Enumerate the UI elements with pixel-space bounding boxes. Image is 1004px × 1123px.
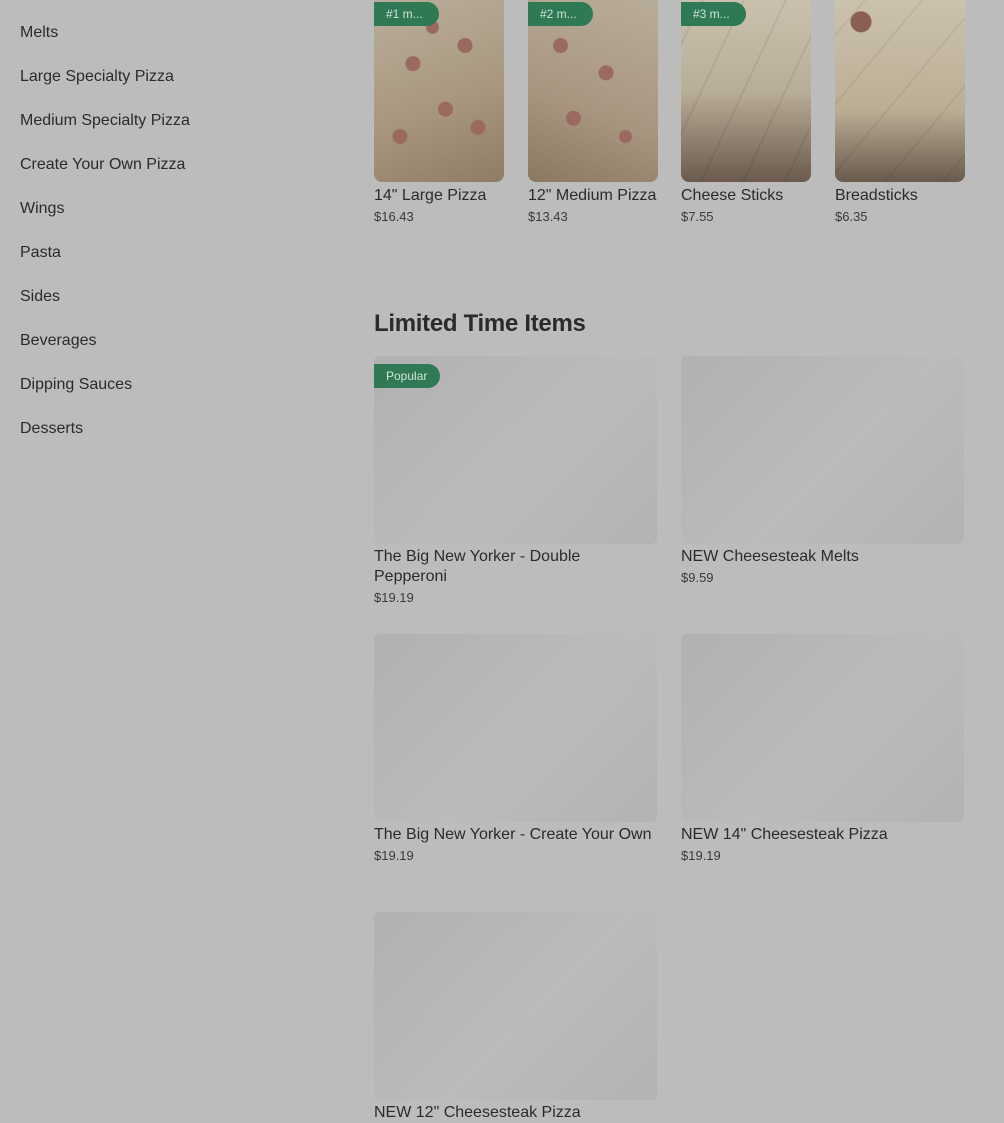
limited-item-card[interactable]: Popular The Big New Yorker - Double Pepp… [374, 356, 657, 606]
item-price: $6.35 [835, 209, 868, 224]
item-name: 14" Large Pizza [374, 187, 487, 204]
popular-item-card[interactable]: Breadsticks $6.35 [835, 0, 965, 225]
item-image: Popular [374, 356, 657, 544]
item-image [374, 634, 657, 822]
item-price: $19.19 [681, 848, 721, 863]
limited-item-card[interactable]: NEW 12" Cheesesteak Pizza [374, 912, 657, 1123]
item-image: #1 m... [374, 0, 504, 182]
item-price: $19.19 [374, 590, 414, 605]
item-price: $19.19 [374, 848, 414, 863]
item-name: Cheese Sticks [681, 187, 784, 204]
item-name: NEW Cheesesteak Melts [681, 548, 859, 565]
limited-item-card[interactable]: The Big New Yorker - Create Your Own $19… [374, 634, 657, 864]
item-name: NEW 12" Cheesesteak Pizza [374, 1104, 581, 1121]
item-image [681, 634, 964, 822]
popular-badge: Popular [374, 364, 441, 388]
item-price: $16.43 [374, 209, 414, 224]
popular-item-card[interactable]: #3 m... Cheese Sticks $7.55 [681, 0, 811, 225]
item-price: $13.43 [528, 209, 568, 224]
item-image: #2 m... [528, 0, 658, 182]
item-image [681, 356, 964, 544]
rank-badge: #2 m... [528, 2, 593, 26]
popular-item-card[interactable]: #1 m... 14" Large Pizza $16.43 [374, 0, 504, 225]
item-name: Breadsticks [835, 187, 918, 204]
item-name: 12" Medium Pizza [528, 187, 657, 204]
item-image [835, 0, 965, 182]
item-name: The Big New Yorker - Create Your Own [374, 826, 652, 843]
item-name: The Big New Yorker - Double Pepperoni [374, 548, 581, 585]
limited-item-card[interactable]: NEW 14" Cheesesteak Pizza $19.19 [681, 634, 964, 864]
rank-badge: #1 m... [374, 2, 439, 26]
item-image [374, 912, 657, 1100]
popular-item-card[interactable]: #2 m... 12" Medium Pizza $13.43 [528, 0, 658, 225]
rank-badge: #3 m... [681, 2, 746, 26]
item-name: NEW 14" Cheesesteak Pizza [681, 826, 888, 843]
item-price: $7.55 [681, 209, 714, 224]
item-price: $9.59 [681, 570, 714, 585]
menu-main: #1 m... 14" Large Pizza $16.43 #2 m... 1… [0, 0, 1004, 1121]
limited-item-card[interactable]: NEW Cheesesteak Melts $9.59 [681, 356, 964, 586]
section-title: Limited Time Items [374, 310, 586, 337]
item-image: #3 m... [681, 0, 811, 182]
